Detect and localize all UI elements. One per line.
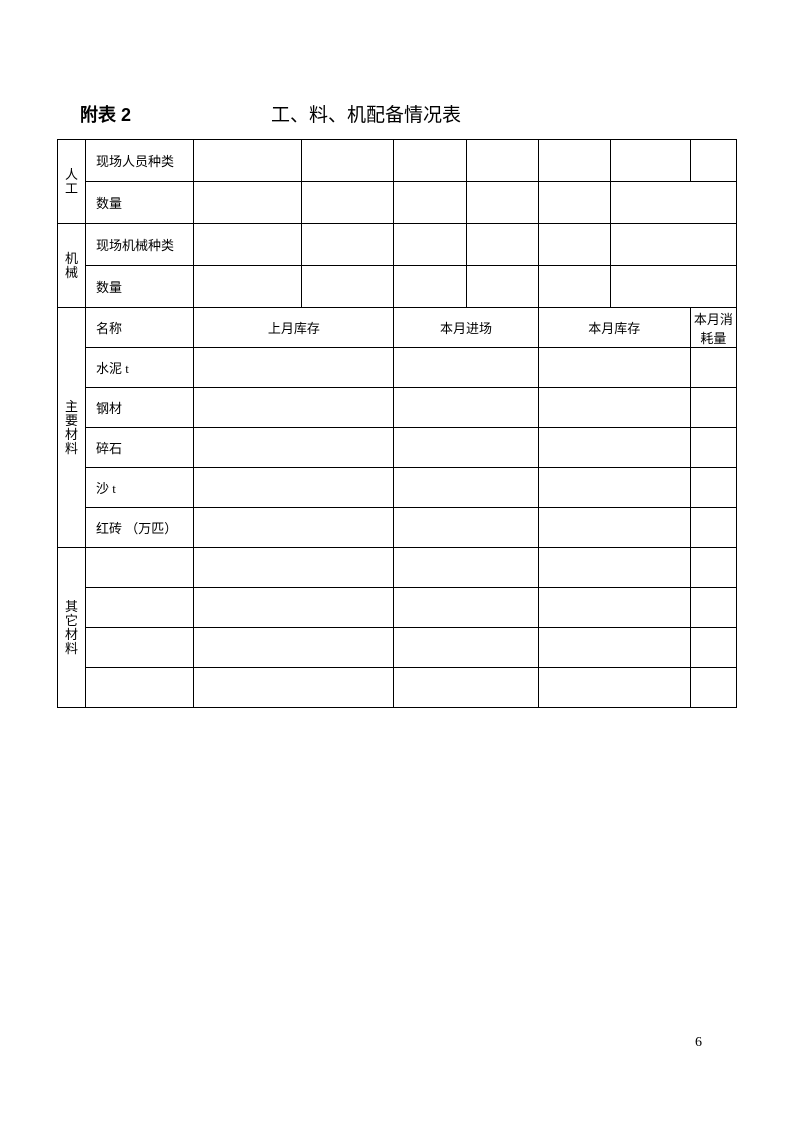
cell-empty [466, 266, 538, 308]
allocation-table: 人工 现场人员种类 数量 机械 现场机械种类 [57, 139, 737, 708]
cell-empty [394, 348, 538, 388]
cell-empty [610, 224, 736, 266]
cell-empty [394, 388, 538, 428]
cell-empty [538, 428, 690, 468]
section-other-material: 其它材料 [58, 548, 86, 708]
row-gravel: 碎石 [86, 428, 194, 468]
col-this-month-in: 本月进场 [394, 308, 538, 348]
cell-empty [690, 628, 736, 668]
cell-empty [394, 508, 538, 548]
cell-empty [302, 224, 394, 266]
col-material-name: 名称 [86, 308, 194, 348]
cell-empty [302, 140, 394, 182]
cell-empty [538, 588, 690, 628]
cell-empty [538, 668, 690, 708]
cell-empty [194, 182, 302, 224]
row-brick: 红砖 （万匹） [86, 508, 194, 548]
cell-empty [194, 548, 394, 588]
row-machine-qty: 数量 [86, 266, 194, 308]
cell-empty [194, 468, 394, 508]
cell-empty [610, 140, 690, 182]
section-machine: 机械 [58, 224, 86, 308]
cell-empty [194, 628, 394, 668]
cell-empty [538, 508, 690, 548]
cell-empty [466, 140, 538, 182]
page-header: 附表 2 工、料、机配备情况表 [55, 100, 739, 127]
cell-empty [194, 266, 302, 308]
cell-empty [538, 224, 610, 266]
row-other-4 [86, 668, 194, 708]
cell-empty [194, 348, 394, 388]
section-main-material: 主要材料 [58, 308, 86, 548]
cell-empty [466, 182, 538, 224]
cell-empty [394, 428, 538, 468]
cell-empty [466, 224, 538, 266]
row-steel: 钢材 [86, 388, 194, 428]
section-personnel: 人工 [58, 140, 86, 224]
cell-empty [394, 668, 538, 708]
page-number: 6 [695, 1035, 702, 1051]
cell-empty [194, 668, 394, 708]
cell-empty [610, 266, 736, 308]
cell-empty [538, 628, 690, 668]
row-other-1 [86, 548, 194, 588]
cell-empty [394, 548, 538, 588]
cell-empty [538, 182, 610, 224]
cell-empty [394, 588, 538, 628]
col-this-month-consumed: 本月消耗量 [690, 308, 736, 348]
cell-empty [302, 182, 394, 224]
row-personnel-qty: 数量 [86, 182, 194, 224]
appendix-label: 附表 2 [80, 101, 131, 127]
page-title: 工、料、机配备情况表 [271, 100, 461, 127]
cell-empty [690, 348, 736, 388]
cell-empty [538, 388, 690, 428]
cell-empty [690, 508, 736, 548]
col-this-month-stock: 本月库存 [538, 308, 690, 348]
cell-empty [194, 388, 394, 428]
row-other-2 [86, 588, 194, 628]
cell-empty [394, 182, 466, 224]
cell-empty [194, 508, 394, 548]
cell-empty [690, 140, 736, 182]
cell-empty [302, 266, 394, 308]
cell-empty [690, 548, 736, 588]
row-sand: 沙 t [86, 468, 194, 508]
cell-empty [394, 266, 466, 308]
row-machine-type: 现场机械种类 [86, 224, 194, 266]
cell-empty [538, 266, 610, 308]
cell-empty [690, 468, 736, 508]
row-cement: 水泥 t [86, 348, 194, 388]
cell-empty [690, 428, 736, 468]
row-personnel-type: 现场人员种类 [86, 140, 194, 182]
row-other-3 [86, 628, 194, 668]
cell-empty [538, 348, 690, 388]
cell-empty [394, 628, 538, 668]
cell-empty [690, 668, 736, 708]
cell-empty [394, 224, 466, 266]
col-last-month-stock: 上月库存 [194, 308, 394, 348]
cell-empty [194, 588, 394, 628]
cell-empty [194, 224, 302, 266]
cell-empty [538, 548, 690, 588]
cell-empty [610, 182, 736, 224]
cell-empty [538, 140, 610, 182]
cell-empty [690, 588, 736, 628]
cell-empty [394, 468, 538, 508]
cell-empty [538, 468, 690, 508]
cell-empty [394, 140, 466, 182]
cell-empty [194, 428, 394, 468]
cell-empty [690, 388, 736, 428]
cell-empty [194, 140, 302, 182]
